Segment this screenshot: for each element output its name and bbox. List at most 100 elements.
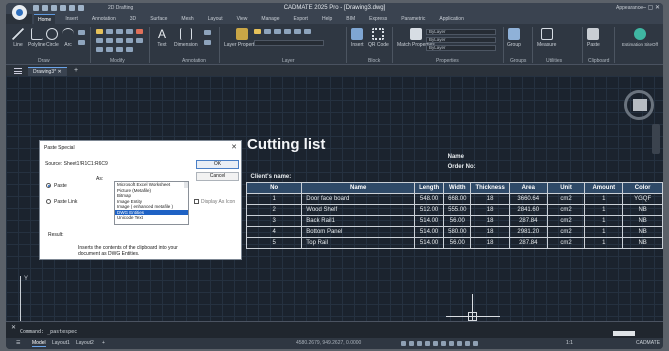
tab-view[interactable]: View — [233, 14, 252, 24]
dimension-tool[interactable]: Dimension — [174, 28, 198, 48]
display-as-icon-checkbox[interactable] — [194, 199, 199, 204]
ok-button[interactable]: OK — [196, 160, 239, 169]
polar-toggle-icon[interactable] — [425, 341, 430, 346]
lineweight-dropdown[interactable]: ByLayer — [426, 45, 496, 51]
hamburger-menu-icon[interactable] — [14, 68, 22, 74]
document-tab-bar: Drawing3* ✕ + — [6, 66, 663, 76]
text-tool[interactable]: A Text — [156, 28, 168, 48]
close-tab-icon[interactable]: ✕ — [57, 69, 61, 75]
table-meta-row: Name — [247, 152, 663, 162]
annotation-icon[interactable] — [473, 341, 478, 346]
document-tab[interactable]: Drawing3* ✕ — [28, 67, 67, 76]
tab-annotation[interactable]: Annotation — [88, 14, 120, 24]
arc-tool[interactable]: Arc — [62, 28, 74, 48]
tab-manage[interactable]: Manage — [257, 14, 283, 24]
trim-icon[interactable] — [116, 38, 123, 43]
appearance-menu[interactable]: Appearance — [616, 5, 643, 11]
tab-help[interactable]: Help — [318, 14, 336, 24]
table-icon[interactable] — [204, 40, 211, 45]
bulb-icon[interactable] — [254, 29, 261, 34]
mirror-icon[interactable] — [96, 38, 103, 43]
explode-icon[interactable] — [106, 47, 113, 52]
otrack-toggle-icon[interactable] — [441, 341, 446, 346]
add-layout-icon[interactable]: + — [102, 340, 105, 346]
insert-tool[interactable]: Insert — [351, 28, 364, 48]
viewcube-face[interactable] — [633, 99, 647, 111]
layer-filter-icon[interactable] — [304, 29, 311, 34]
move-icon[interactable] — [96, 29, 103, 34]
lock-icon[interactable] — [274, 29, 281, 34]
arc-icon — [62, 28, 74, 40]
leader-icon[interactable] — [204, 30, 211, 35]
tab-home[interactable]: Home — [34, 14, 56, 24]
tab-mesh[interactable]: Mesh — [177, 14, 197, 24]
app-menu-button[interactable] — [12, 5, 27, 20]
command-line[interactable]: ✕ Command: _pastespec — [6, 321, 663, 338]
tab-export[interactable]: Export — [290, 14, 312, 24]
draw-extra-icon[interactable] — [78, 40, 85, 45]
layer-dropdown[interactable] — [254, 40, 324, 46]
paste-tool[interactable]: Paste — [587, 28, 600, 48]
snap-toggle-icon[interactable] — [409, 341, 414, 346]
paste-as-listbox[interactable]: Microsoft Excel Worksheet Picture (Metaf… — [114, 181, 189, 225]
linetype-dropdown[interactable]: ByLayer — [426, 37, 496, 43]
scale-readout[interactable]: 1:1 — [566, 340, 573, 346]
osnap-toggle-icon[interactable] — [433, 341, 438, 346]
listbox-scrollbar[interactable] — [184, 182, 188, 188]
tab-application[interactable]: Application — [435, 14, 467, 24]
join-icon[interactable] — [116, 47, 123, 52]
col-unit: Unit — [546, 181, 586, 194]
navigation-bar[interactable] — [652, 124, 660, 154]
tab-bim[interactable]: BIM — [342, 14, 359, 24]
fillet-icon[interactable] — [106, 38, 113, 43]
tab-3d[interactable]: 3D — [126, 14, 140, 24]
stretch-icon[interactable] — [116, 29, 123, 34]
array-icon[interactable] — [136, 38, 143, 43]
estimation-tool[interactable]: Estimation SiteOff — [622, 28, 658, 47]
selection-cycling-icon[interactable] — [465, 341, 470, 346]
tab-insert[interactable]: Insert — [61, 14, 82, 24]
paste-link-radio[interactable] — [46, 199, 51, 204]
cutting-list-table[interactable]: Name Order No: Client's name: No Name Le… — [245, 152, 663, 249]
new-tab-icon[interactable]: + — [74, 67, 78, 74]
list-item[interactable]: Unicode Text — [115, 215, 188, 221]
tab-surface[interactable]: Surface — [146, 14, 171, 24]
circle-tool[interactable]: Circle — [46, 28, 59, 48]
erase-icon[interactable] — [136, 29, 143, 34]
close-icon[interactable]: ✕ — [11, 324, 16, 331]
line-tool[interactable]: Line — [12, 28, 24, 48]
close-icon[interactable]: ✕ — [231, 143, 237, 151]
paste-radio-label[interactable]: Paste — [54, 183, 67, 189]
hamburger-menu-icon[interactable]: ☰ — [16, 340, 20, 346]
tab-layout[interactable]: Layout — [204, 14, 227, 24]
group-tool[interactable]: Group — [507, 28, 521, 48]
copy-icon[interactable] — [106, 29, 113, 34]
grid-toggle-icon[interactable] — [401, 341, 406, 346]
dimension-icon — [179, 28, 192, 40]
window-controls[interactable]: — ▢ ✕ — [640, 4, 660, 11]
measure-tool[interactable]: Measure — [537, 28, 556, 48]
ortho-toggle-icon[interactable] — [417, 341, 422, 346]
paste-link-radio-label[interactable]: Paste Link — [54, 199, 77, 205]
draw-extra-icon[interactable] — [78, 30, 85, 35]
rotate-icon[interactable] — [126, 29, 133, 34]
freeze-icon[interactable] — [264, 29, 271, 34]
cancel-button[interactable]: Cancel — [196, 172, 239, 181]
layer-color-icon[interactable] — [284, 29, 291, 34]
lineweight-toggle-icon[interactable] — [449, 341, 454, 346]
scale-icon[interactable] — [126, 38, 133, 43]
layout2-tab[interactable]: Layout2 — [76, 340, 94, 346]
col-thickness: Thickness — [470, 181, 510, 194]
transparency-toggle-icon[interactable] — [457, 341, 462, 346]
tab-express[interactable]: Express — [365, 14, 391, 24]
tab-parametric[interactable]: Parametric — [397, 14, 429, 24]
polyline-tool[interactable]: Polyline — [28, 28, 46, 48]
break-icon[interactable] — [126, 47, 133, 52]
paste-radio[interactable] — [46, 183, 51, 188]
layout1-tab[interactable]: Layout1 — [52, 340, 70, 346]
offset-icon[interactable] — [96, 47, 103, 52]
layer-state-icon[interactable] — [294, 29, 301, 34]
color-dropdown[interactable]: ByLayer — [426, 29, 496, 35]
model-tab[interactable]: Model — [32, 340, 46, 347]
qr-code-tool[interactable]: QR Code — [368, 28, 389, 48]
